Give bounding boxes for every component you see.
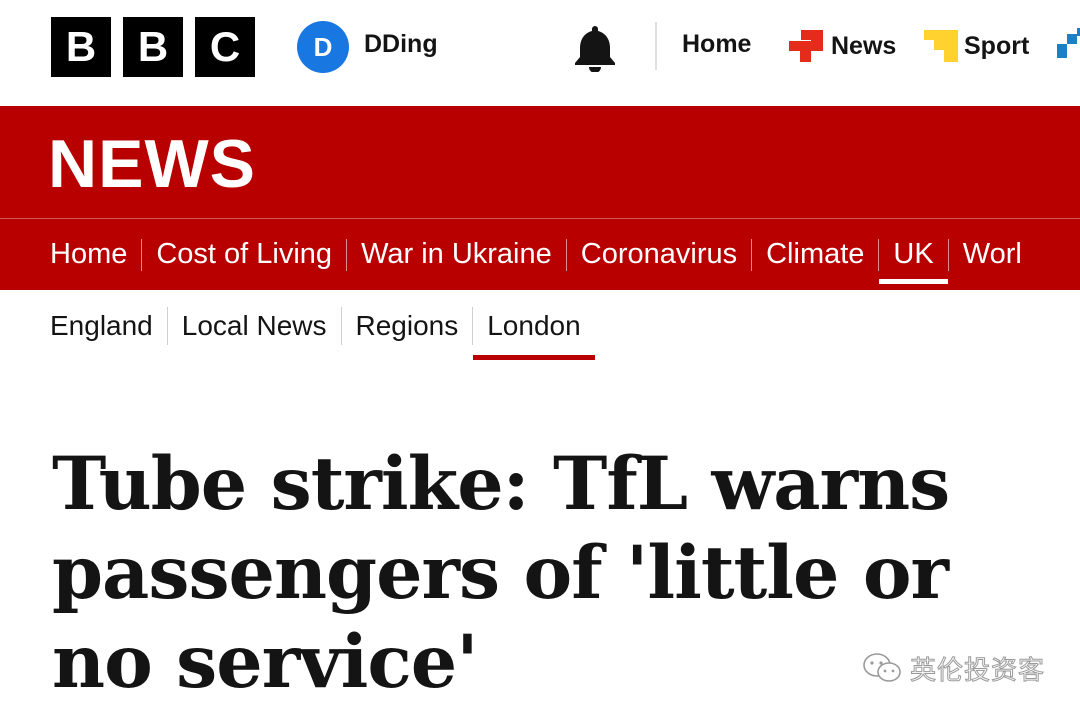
wechat-icon [863,653,901,682]
bbc-logo-letter-c: C [195,17,255,77]
news-section-title[interactable]: NEWS [48,130,256,198]
secondary-nav-local-news[interactable]: Local News [168,290,341,362]
sport-grid-icon [924,30,958,62]
top-nav-news[interactable]: News [789,30,896,62]
primary-nav-war-in-ukraine[interactable]: War in Ukraine [347,219,566,290]
top-nav-home[interactable]: Home [682,30,751,59]
watermark-text: 英伦投资客 [909,655,1046,686]
secondary-nav-regions[interactable]: Regions [342,290,473,362]
primary-nav-climate[interactable]: Climate [752,219,878,290]
account-username[interactable]: DDing [364,30,438,59]
top-nav-sport-label: Sport [964,31,1030,60]
primary-nav: Home Cost of Living War in Ukraine Coron… [0,219,1080,290]
weather-grid-icon[interactable] [1057,28,1080,64]
primary-nav-home[interactable]: Home [50,219,141,290]
primary-nav-uk[interactable]: UK [879,219,949,290]
bbc-logo-letter-b2: B [123,17,183,77]
top-nav-sport[interactable]: Sport [924,30,1029,62]
account-avatar[interactable]: D [297,21,349,73]
notification-bell-icon[interactable] [571,22,619,72]
top-nav-divider [655,22,657,70]
watermark: 英伦投资客 [862,648,1045,688]
top-bar: B B C D DDing Home News Sport [0,0,1080,106]
secondary-nav: England Local News Regions London [50,290,596,362]
news-banner: NEWS [0,106,1080,218]
top-nav-news-label: News [831,31,897,60]
secondary-nav-london[interactable]: London [473,290,596,362]
primary-nav-world[interactable]: Worl [949,219,1036,290]
bbc-logo[interactable]: B B C [51,17,255,77]
news-grid-icon [789,30,823,62]
secondary-nav-england[interactable]: England [50,290,167,362]
primary-nav-cost-of-living[interactable]: Cost of Living [142,219,346,290]
primary-nav-coronavirus[interactable]: Coronavirus [567,219,751,290]
bbc-logo-letter-b1: B [51,17,111,77]
